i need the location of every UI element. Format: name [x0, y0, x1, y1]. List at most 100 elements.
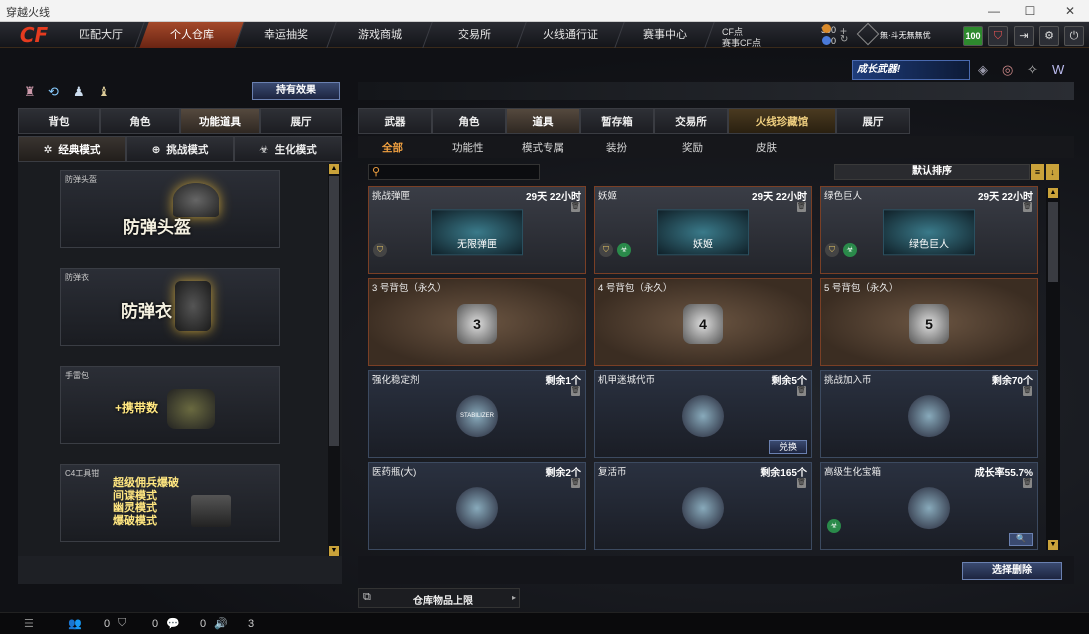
equip-slot-c4[interactable]: C4工具钳 超级佣兵爆破 间谍模式 幽灵模式 爆破模式	[60, 464, 280, 542]
left-scroll-thumb[interactable]	[329, 176, 339, 446]
item-card[interactable]: 绿色巨人 29天 22小时 🗑 绿色巨人 ⛉ ☣	[820, 186, 1038, 274]
growth-weapon-banner[interactable]: 成长武器!	[852, 60, 970, 80]
left-tab-function-items[interactable]: 功能道具	[180, 108, 260, 134]
item-card[interactable]: 挑战弹匣 29天 22小时 🗑 无限弹匣 ⛉	[368, 186, 586, 274]
maximize-icon[interactable]: ☐	[1016, 2, 1044, 20]
magnify-icon[interactable]: 🔍	[1009, 533, 1033, 546]
right-scroll-thumb[interactable]	[1048, 202, 1058, 282]
speaker-icon[interactable]: 🔊	[214, 617, 228, 630]
nav-lottery[interactable]: 幸运抽奖	[235, 22, 337, 48]
equip-slot-vest[interactable]: 防弹衣 防弹衣	[60, 268, 280, 346]
item-card[interactable]: 5 号背包（永久） 5	[820, 278, 1038, 366]
item-card[interactable]: 强化稳定剂 剩余1个 🗑 STABILIZER	[368, 370, 586, 458]
trash-icon[interactable]: 🗑	[571, 478, 580, 488]
item-status: 成长率55.7%	[974, 468, 1033, 479]
left-tab-gallery[interactable]: 展厅	[260, 108, 342, 134]
window-title: 穿越火线	[6, 7, 50, 19]
exchange-button[interactable]: 兑换	[769, 440, 807, 454]
friends-count: 0	[104, 618, 111, 630]
stats-icon[interactable]: ♜	[24, 84, 36, 100]
trash-icon[interactable]: 🗑	[1023, 478, 1032, 488]
bag-icon[interactable]: ♝	[98, 84, 110, 100]
subtab-skins[interactable]: 皮肤	[756, 140, 777, 155]
trash-icon[interactable]: 🗑	[797, 478, 806, 488]
menu-icon[interactable]: ☰	[24, 617, 34, 630]
sort-order-icon[interactable]: ↓	[1046, 164, 1059, 180]
tab-characters[interactable]: 角色	[432, 108, 506, 134]
nav-match-lobby[interactable]: 匹配大厅	[57, 22, 145, 48]
nav-pass[interactable]: 火线通行证	[517, 22, 625, 48]
subtab-all[interactable]: 全部	[382, 140, 403, 155]
item-status: 剩余70个	[991, 376, 1033, 387]
item-card[interactable]: 4 号背包（永久） 4	[594, 278, 812, 366]
logout-icon[interactable]: ⇥	[1014, 26, 1034, 46]
scroll-down-icon[interactable]: ▼	[329, 546, 339, 556]
buff-icon: ⛉	[825, 243, 839, 257]
trash-icon[interactable]: 🗑	[1023, 202, 1032, 212]
tab-temp-storage[interactable]: 暂存箱	[580, 108, 654, 134]
shield-icon[interactable]: ⛉	[988, 26, 1008, 46]
tab-weapons[interactable]: 武器	[358, 108, 432, 134]
sort-dropdown[interactable]: 默认排序	[834, 164, 1030, 180]
equip-slot-grenade[interactable]: 手雷包 +携带数	[60, 366, 280, 444]
capacity-bar[interactable]: ⧉ 仓库物品上限 ▸	[358, 588, 520, 608]
cf-logo[interactable]: CF	[2, 22, 66, 48]
tab-exchange[interactable]: 交易所	[654, 108, 728, 134]
gear-icon[interactable]: ⚙	[1039, 26, 1059, 46]
clan-shield-icon[interactable]: ⛉	[118, 617, 126, 630]
item-card[interactable]: 高级生化宝箱 成长率55.7% 🗑 🔍 ☣	[820, 462, 1038, 550]
chat-icon[interactable]: 💬	[166, 617, 180, 630]
wings-icon[interactable]: W	[1052, 62, 1064, 77]
item-card[interactable]: 妖姬 29天 22小时 🗑 妖姬 ⛉ ☣	[594, 186, 812, 274]
minimize-icon[interactable]: —	[980, 2, 1008, 20]
right-scrollbar[interactable]: ▲ ▼	[1046, 188, 1060, 550]
item-card[interactable]: 挑战加入币 剩余70个 🗑	[820, 370, 1038, 458]
level-badge[interactable]: 100	[963, 26, 983, 46]
item-card[interactable]: 医药瓶(大) 剩余2个 🗑	[368, 462, 586, 550]
nav-exchange[interactable]: 交易所	[423, 22, 527, 48]
left-scrollbar[interactable]: ▲ ▼	[328, 164, 340, 556]
mode-zombie[interactable]: ☣ 生化模式	[234, 136, 342, 162]
scroll-down-icon[interactable]: ▼	[1048, 540, 1058, 550]
badge-v-icon[interactable]: ◈	[978, 62, 988, 78]
scroll-up-icon[interactable]: ▲	[329, 164, 339, 174]
nav-label: 匹配大厅	[78, 29, 123, 41]
equip-slot-helmet[interactable]: 防弹头盔 防弹头盔	[60, 170, 280, 248]
mode-challenge[interactable]: ⊕ 挑战模式	[126, 136, 234, 162]
nav-shop[interactable]: 游戏商城	[327, 22, 433, 48]
trash-icon[interactable]: 🗑	[571, 386, 580, 396]
left-tab-backpack[interactable]: 背包	[18, 108, 100, 134]
left-tab-character[interactable]: 角色	[100, 108, 180, 134]
subtab-cosmetic[interactable]: 装扮	[606, 140, 627, 155]
cross-icon[interactable]: ✧	[1027, 62, 1038, 78]
list-view-icon[interactable]: ≡	[1031, 164, 1044, 180]
mode-classic[interactable]: ✲ 经典模式	[18, 136, 126, 162]
nav-events[interactable]: 赛事中心	[615, 22, 715, 48]
subtab-functional[interactable]: 功能性	[452, 140, 484, 155]
trash-icon[interactable]: 🗑	[1023, 386, 1032, 396]
trash-icon[interactable]: 🗑	[797, 386, 806, 396]
tab-gallery[interactable]: 展厅	[836, 108, 910, 134]
tab-items[interactable]: 道具	[506, 108, 580, 134]
effect-button[interactable]: 持有效果	[252, 82, 340, 100]
subtab-mode-exclusive[interactable]: 模式专属	[522, 140, 564, 155]
item-card[interactable]: 3 号背包（永久） 3	[368, 278, 586, 366]
batch-delete-button[interactable]: 选择删除	[962, 562, 1062, 580]
globe-icon[interactable]: ◎	[1002, 62, 1013, 78]
swap-icon[interactable]: ⟲	[48, 84, 59, 100]
currency-box: CF点 赛事CF点 300 0	[718, 22, 848, 48]
tab-collection[interactable]: 火线珍藏馆	[728, 108, 836, 134]
friends-icon[interactable]: 👥	[68, 617, 82, 630]
trash-icon[interactable]: 🗑	[797, 202, 806, 212]
power-icon[interactable]: ⏻	[1064, 26, 1084, 46]
trash-icon[interactable]: 🗑	[571, 202, 580, 212]
close-icon[interactable]: ✕	[1056, 2, 1084, 20]
character-icon[interactable]: ♟	[73, 84, 85, 100]
scroll-up-icon[interactable]: ▲	[1048, 188, 1058, 198]
refresh-icon[interactable]: ↻	[840, 34, 848, 45]
item-card[interactable]: 复活币 剩余165个 🗑	[594, 462, 812, 550]
subtab-rewards[interactable]: 奖励	[682, 140, 703, 155]
search-input[interactable]: ⚲	[368, 164, 540, 180]
nav-warehouse[interactable]: 个人仓库	[139, 22, 245, 48]
item-card[interactable]: 机甲迷城代币 剩余5个 🗑 兑换	[594, 370, 812, 458]
